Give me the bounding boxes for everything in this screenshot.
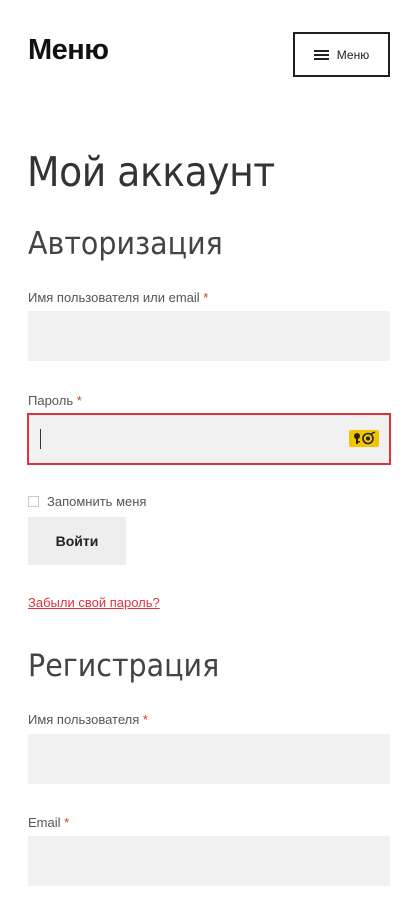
menu-toggle-label: Меню <box>336 47 370 62</box>
register-email-label-text: Email <box>28 815 61 830</box>
register-email-input[interactable] <box>28 836 390 886</box>
lost-password-link[interactable]: Забыли свой пароль? <box>28 595 160 610</box>
register-username-input[interactable] <box>28 734 390 784</box>
menu-toggle-button[interactable]: Меню <box>293 32 390 77</box>
register-heading: Регистрация <box>28 648 220 684</box>
login-password-field[interactable] <box>27 413 391 465</box>
remember-me-label: Запомнить меня <box>47 494 147 509</box>
required-mark: * <box>203 290 209 305</box>
register-email-label: Email * <box>28 815 69 830</box>
required-mark: * <box>76 393 82 408</box>
login-button[interactable]: Войти <box>28 517 126 565</box>
site-header: Меню Меню <box>0 0 418 110</box>
page-title: Мой аккаунт <box>27 148 275 196</box>
login-username-label-text: Имя пользователя или email <box>28 290 200 305</box>
site-title[interactable]: Меню <box>28 34 109 67</box>
remember-me-row[interactable]: Запомнить меня <box>28 494 146 509</box>
login-password-label: Пароль * <box>28 393 82 408</box>
login-username-input[interactable] <box>28 311 390 361</box>
login-heading: Авторизация <box>28 226 223 262</box>
login-username-label: Имя пользователя или email * <box>28 290 208 305</box>
remember-me-checkbox[interactable] <box>28 496 39 507</box>
register-username-label: Имя пользователя * <box>28 712 148 727</box>
register-username-label-text: Имя пользователя <box>28 712 140 727</box>
required-mark: * <box>64 815 70 830</box>
login-password-input[interactable] <box>29 415 339 463</box>
hamburger-icon <box>313 49 329 60</box>
login-password-label-text: Пароль <box>28 393 74 408</box>
text-caret <box>40 429 41 449</box>
required-mark: * <box>142 712 148 727</box>
password-manager-icon[interactable] <box>349 430 379 447</box>
